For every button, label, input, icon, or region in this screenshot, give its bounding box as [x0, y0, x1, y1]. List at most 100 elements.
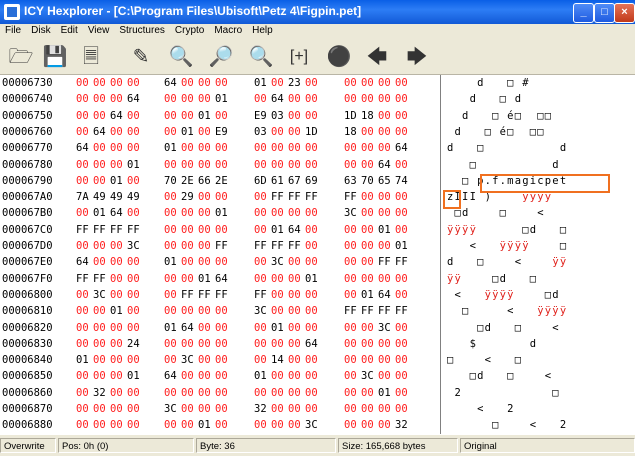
hex-byte[interactable]: 00 [288, 289, 302, 302]
hex-byte[interactable]: 00 [344, 159, 358, 172]
hex-byte[interactable]: FF [215, 289, 229, 302]
hex-byte[interactable]: 00 [164, 126, 178, 139]
hex-byte[interactable]: 00 [181, 77, 195, 90]
hex-byte[interactable]: 00 [93, 93, 107, 106]
hex-byte[interactable]: 00 [198, 370, 212, 383]
hex-byte[interactable]: 00 [271, 273, 285, 286]
ascii-text[interactable]: < ÿÿÿÿ □ [447, 240, 567, 253]
hex-byte[interactable]: 00 [110, 159, 124, 172]
hex-byte[interactable]: 00 [181, 142, 195, 155]
save-disk-icon[interactable]: 💾 [40, 44, 70, 70]
hex-byte[interactable]: 00 [361, 207, 375, 220]
hex-byte[interactable]: 01 [164, 256, 178, 269]
hex-byte[interactable]: 00 [361, 256, 375, 269]
hex-byte[interactable]: 00 [215, 322, 229, 335]
menu-edit[interactable]: Edit [56, 24, 83, 36]
hex-byte[interactable]: 00 [215, 403, 229, 416]
goto-offset-icon[interactable]: [+] [284, 44, 314, 70]
hex-byte[interactable]: FF [378, 305, 392, 318]
maximize-button[interactable]: □ [594, 3, 615, 23]
find-icon[interactable]: 🔍 [166, 44, 196, 70]
hex-row[interactable]: 00006810 00 00 01 00 00 00 00 00 3C 00 00 00 FF FF FF FF… [0, 305, 635, 318]
hex-byte[interactable]: 00 [127, 305, 141, 318]
hex-byte[interactable]: 00 [395, 387, 409, 400]
hex-byte[interactable]: 00 [215, 387, 229, 400]
hex-byte[interactable]: 00 [93, 175, 107, 188]
hex-byte[interactable]: 00 [198, 159, 212, 172]
hex-row[interactable]: 00006800 00 3C 00 00 00 FF FF FF FF 00 00 00 00 01 64 00… [0, 289, 635, 302]
hex-row[interactable]: 00006860 00 32 00 00 00 00 00 00 00 00 00 00 00 00 01 00… [0, 387, 635, 400]
hex-byte[interactable]: 00 [361, 354, 375, 367]
hex-byte[interactable]: 00 [361, 142, 375, 155]
hex-byte[interactable]: 00 [254, 207, 268, 220]
hex-byte[interactable]: 00 [127, 403, 141, 416]
hex-byte[interactable]: 00 [215, 256, 229, 269]
ascii-text[interactable]: ÿÿÿÿ □d □ [447, 224, 575, 237]
hex-byte[interactable]: FF [254, 240, 268, 253]
hex-byte[interactable]: 00 [271, 338, 285, 351]
hex-byte[interactable]: 01 [181, 126, 195, 139]
hex-byte[interactable]: 00 [305, 110, 319, 123]
hex-byte[interactable]: 00 [215, 191, 229, 204]
hex-byte[interactable]: E9 [254, 110, 268, 123]
hex-byte[interactable]: 00 [110, 289, 124, 302]
hex-byte[interactable]: 00 [164, 305, 178, 318]
hex-byte[interactable]: 32 [93, 387, 107, 400]
hex-byte[interactable]: 00 [110, 256, 124, 269]
hex-byte[interactable]: FF [93, 224, 107, 237]
hex-byte[interactable]: FF [76, 224, 90, 237]
hex-byte[interactable]: 67 [288, 175, 302, 188]
hex-byte[interactable]: FF [271, 240, 285, 253]
hex-byte[interactable]: 64 [378, 289, 392, 302]
hex-byte[interactable]: 00 [127, 142, 141, 155]
ascii-text[interactable]: □ < □ [447, 354, 567, 367]
ascii-text[interactable]: zIII ) ÿÿÿÿ [447, 191, 575, 204]
hex-byte[interactable]: 00 [395, 126, 409, 139]
hex-byte[interactable]: 00 [305, 403, 319, 416]
hex-row[interactable]: 00006730 00 00 00 00 64 00 00 00 01 00 23 00 00 00 00 00… [0, 77, 635, 90]
hex-byte[interactable]: FF [288, 240, 302, 253]
hex-byte[interactable]: 01 [198, 419, 212, 432]
hex-byte[interactable]: 00 [395, 110, 409, 123]
hex-byte[interactable]: 00 [395, 207, 409, 220]
hex-byte[interactable]: 00 [164, 387, 178, 400]
ascii-text[interactable]: ÿÿ □d □ [447, 273, 567, 286]
hex-byte[interactable]: 64 [76, 256, 90, 269]
hex-byte[interactable]: 00 [76, 322, 90, 335]
hex-byte[interactable]: 00 [344, 240, 358, 253]
hex-byte[interactable]: 00 [254, 256, 268, 269]
hex-byte[interactable]: 29 [181, 191, 195, 204]
hex-byte[interactable]: 00 [288, 403, 302, 416]
hex-byte[interactable]: 63 [344, 175, 358, 188]
hex-byte[interactable]: 00 [378, 403, 392, 416]
hex-byte[interactable]: 00 [344, 322, 358, 335]
hex-byte[interactable]: 00 [181, 338, 195, 351]
hex-byte[interactable]: 64 [164, 370, 178, 383]
hex-row[interactable]: 000067C0 FF FF FF FF 00 00 00 00 00 01 64 00 00 00 01 00… [0, 224, 635, 237]
hex-byte[interactable]: 00 [378, 273, 392, 286]
hex-byte[interactable]: 00 [378, 126, 392, 139]
hex-byte[interactable]: 00 [395, 289, 409, 302]
hex-row[interactable]: 000067E0 64 00 00 00 01 00 00 00 00 3C 00 00 00 00 FF FF… [0, 256, 635, 269]
hex-byte[interactable]: 00 [305, 142, 319, 155]
ascii-text[interactable]: □ d [447, 159, 567, 172]
hex-byte[interactable]: 70 [361, 175, 375, 188]
hex-byte[interactable]: 00 [378, 77, 392, 90]
hex-row[interactable]: 00006750 00 00 64 00 00 00 01 00 E9 03 00 00 1D 18 00 00… [0, 110, 635, 123]
hex-byte[interactable]: 00 [181, 305, 195, 318]
hex-byte[interactable]: 00 [181, 370, 195, 383]
hex-byte[interactable]: 00 [93, 77, 107, 90]
hex-byte[interactable]: 00 [110, 240, 124, 253]
hex-byte[interactable]: 00 [164, 354, 178, 367]
hex-byte[interactable]: 64 [110, 207, 124, 220]
hex-byte[interactable]: FF [305, 191, 319, 204]
hex-byte[interactable]: 00 [395, 338, 409, 351]
hex-byte[interactable]: 00 [110, 403, 124, 416]
hex-byte[interactable]: 00 [93, 142, 107, 155]
hex-byte[interactable]: 00 [271, 419, 285, 432]
hex-byte[interactable]: 00 [76, 126, 90, 139]
hex-byte[interactable]: 3C [378, 322, 392, 335]
hex-byte[interactable]: 00 [76, 77, 90, 90]
hex-byte[interactable]: 00 [344, 289, 358, 302]
hex-byte[interactable]: 00 [127, 77, 141, 90]
